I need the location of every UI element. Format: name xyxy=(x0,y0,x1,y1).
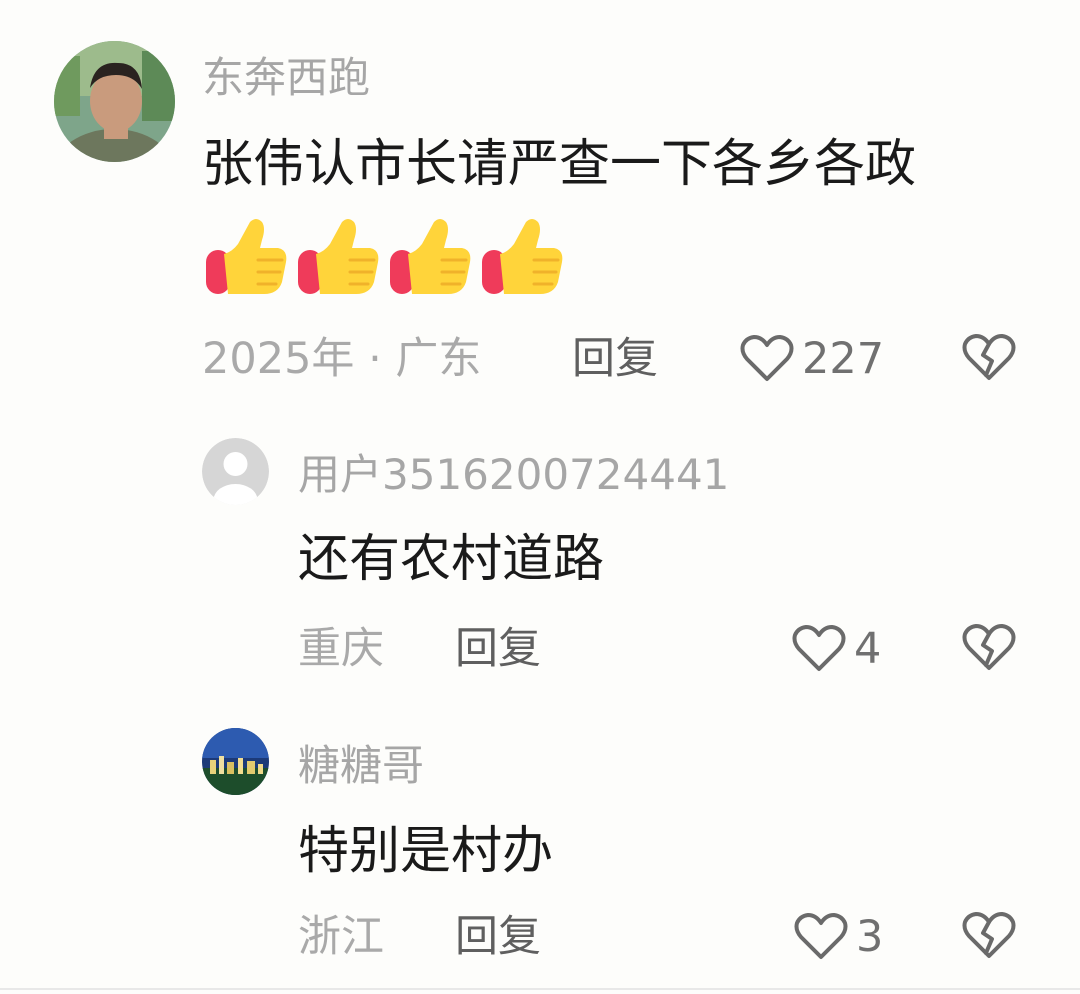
comment-text: 还有农村道路 xyxy=(298,530,605,589)
emoji-row xyxy=(202,214,572,298)
avatar[interactable] xyxy=(54,41,175,162)
dislike-broken-heart-icon[interactable] xyxy=(962,333,1016,383)
like-count: 3 xyxy=(856,912,884,962)
comment-text: 特别是村办 xyxy=(298,822,554,881)
like-count: 227 xyxy=(802,334,885,384)
heart-icon xyxy=(794,912,848,962)
comment-meta: 浙江 xyxy=(298,912,384,962)
thumbs-up-icon xyxy=(202,214,288,302)
reply-button[interactable]: 回复 xyxy=(455,916,541,959)
heart-icon xyxy=(792,624,846,674)
like-button[interactable]: 3 xyxy=(794,910,894,964)
like-count: 4 xyxy=(854,624,882,674)
heart-icon xyxy=(740,334,794,384)
comment-username[interactable]: 糖糖哥 xyxy=(298,745,424,787)
avatar[interactable] xyxy=(202,438,269,505)
comment-meta: 2025年 · 广东 xyxy=(202,334,482,384)
like-button[interactable]: 227 xyxy=(740,332,890,386)
thumbs-up-icon xyxy=(294,214,380,302)
avatar[interactable] xyxy=(202,728,269,795)
dislike-broken-heart-icon[interactable] xyxy=(962,911,1016,961)
like-button[interactable]: 4 xyxy=(792,622,892,676)
comment-text: 张伟认市长请严查一下各乡各政 xyxy=(202,135,917,194)
comment-meta: 重庆 xyxy=(298,624,384,674)
dislike-broken-heart-icon[interactable] xyxy=(962,623,1016,673)
reply-button[interactable]: 回复 xyxy=(455,628,541,671)
reply-button[interactable]: 回复 xyxy=(572,338,658,381)
divider xyxy=(0,988,1080,990)
thumbs-up-icon xyxy=(386,214,472,302)
thumbs-up-icon xyxy=(478,214,564,302)
comment-username[interactable]: 东奔西跑 xyxy=(202,57,370,99)
comment-username[interactable]: 用户3516200724441 xyxy=(298,454,729,496)
